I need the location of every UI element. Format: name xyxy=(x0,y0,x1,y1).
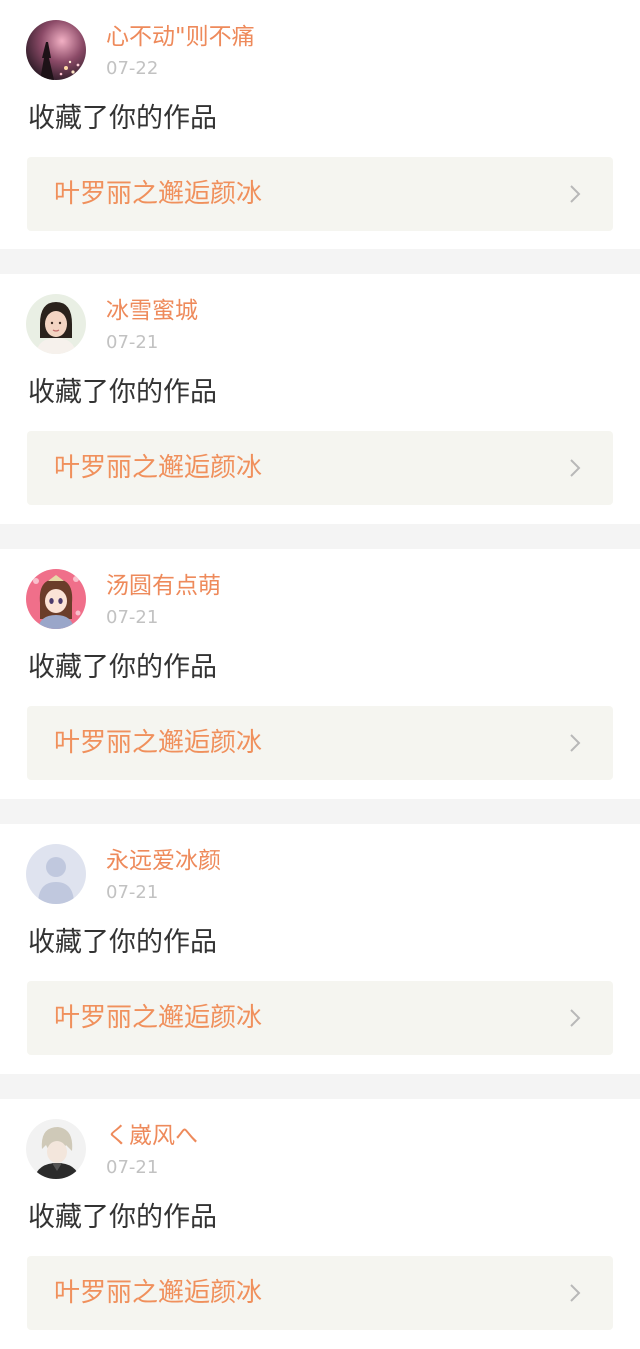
notification-card: 汤圆有点萌 07-21 收藏了你的作品 叶罗丽之邂逅颜冰 xyxy=(0,549,640,799)
avatar[interactable] xyxy=(26,1119,86,1179)
action-text: 收藏了你的作品 xyxy=(28,377,217,408)
anime-boy-avatar-icon xyxy=(26,1119,86,1179)
avatar[interactable] xyxy=(26,20,86,80)
eiffel-tower-night-avatar-icon xyxy=(26,20,86,80)
username[interactable]: 冰雪蜜城 xyxy=(106,296,198,326)
notification-feed: 心不动"则不痛 07-22 收藏了你的作品 叶罗丽之邂逅颜冰 冰雪蜜城 07-2… xyxy=(0,0,640,1349)
username[interactable]: く崴风へ xyxy=(106,1121,198,1151)
work-link[interactable]: 叶罗丽之邂逅颜冰 xyxy=(27,981,613,1055)
work-title: 叶罗丽之邂逅颜冰 xyxy=(54,728,263,758)
timestamp: 07-21 xyxy=(106,1157,159,1178)
chevron-right-icon xyxy=(563,456,587,480)
woman-portrait-avatar-icon xyxy=(26,294,86,354)
avatar[interactable] xyxy=(26,844,86,904)
chevron-right-icon xyxy=(563,731,587,755)
avatar[interactable] xyxy=(26,569,86,629)
work-title: 叶罗丽之邂逅颜冰 xyxy=(54,1003,263,1033)
action-text: 收藏了你的作品 xyxy=(28,652,217,683)
work-link[interactable]: 叶罗丽之邂逅颜冰 xyxy=(27,431,613,505)
username[interactable]: 永远爱冰颜 xyxy=(106,846,221,876)
work-title: 叶罗丽之邂逅颜冰 xyxy=(54,179,263,209)
timestamp: 07-22 xyxy=(106,58,159,79)
action-text: 收藏了你的作品 xyxy=(28,103,217,134)
notification-card: 冰雪蜜城 07-21 收藏了你的作品 叶罗丽之邂逅颜冰 xyxy=(0,274,640,524)
action-text: 收藏了你的作品 xyxy=(28,927,217,958)
timestamp: 07-21 xyxy=(106,882,159,903)
timestamp: 07-21 xyxy=(106,607,159,628)
work-link[interactable]: 叶罗丽之邂逅颜冰 xyxy=(27,706,613,780)
chevron-right-icon xyxy=(563,1281,587,1305)
avatar[interactable] xyxy=(26,294,86,354)
work-link[interactable]: 叶罗丽之邂逅颜冰 xyxy=(27,1256,613,1330)
notification-card: く崴风へ 07-21 收藏了你的作品 叶罗丽之邂逅颜冰 xyxy=(0,1099,640,1349)
username[interactable]: 心不动"则不痛 xyxy=(106,22,255,52)
notification-card: 永远爱冰颜 07-21 收藏了你的作品 叶罗丽之邂逅颜冰 xyxy=(0,824,640,1074)
anime-girl-avatar-icon xyxy=(26,569,86,629)
work-link[interactable]: 叶罗丽之邂逅颜冰 xyxy=(27,157,613,231)
chevron-right-icon xyxy=(563,182,587,206)
action-text: 收藏了你的作品 xyxy=(28,1202,217,1233)
timestamp: 07-21 xyxy=(106,332,159,353)
notification-card: 心不动"则不痛 07-22 收藏了你的作品 叶罗丽之邂逅颜冰 xyxy=(0,0,640,249)
default-user-avatar-icon xyxy=(26,844,86,904)
chevron-right-icon xyxy=(563,1006,587,1030)
work-title: 叶罗丽之邂逅颜冰 xyxy=(54,453,263,483)
username[interactable]: 汤圆有点萌 xyxy=(106,571,221,601)
work-title: 叶罗丽之邂逅颜冰 xyxy=(54,1278,263,1308)
